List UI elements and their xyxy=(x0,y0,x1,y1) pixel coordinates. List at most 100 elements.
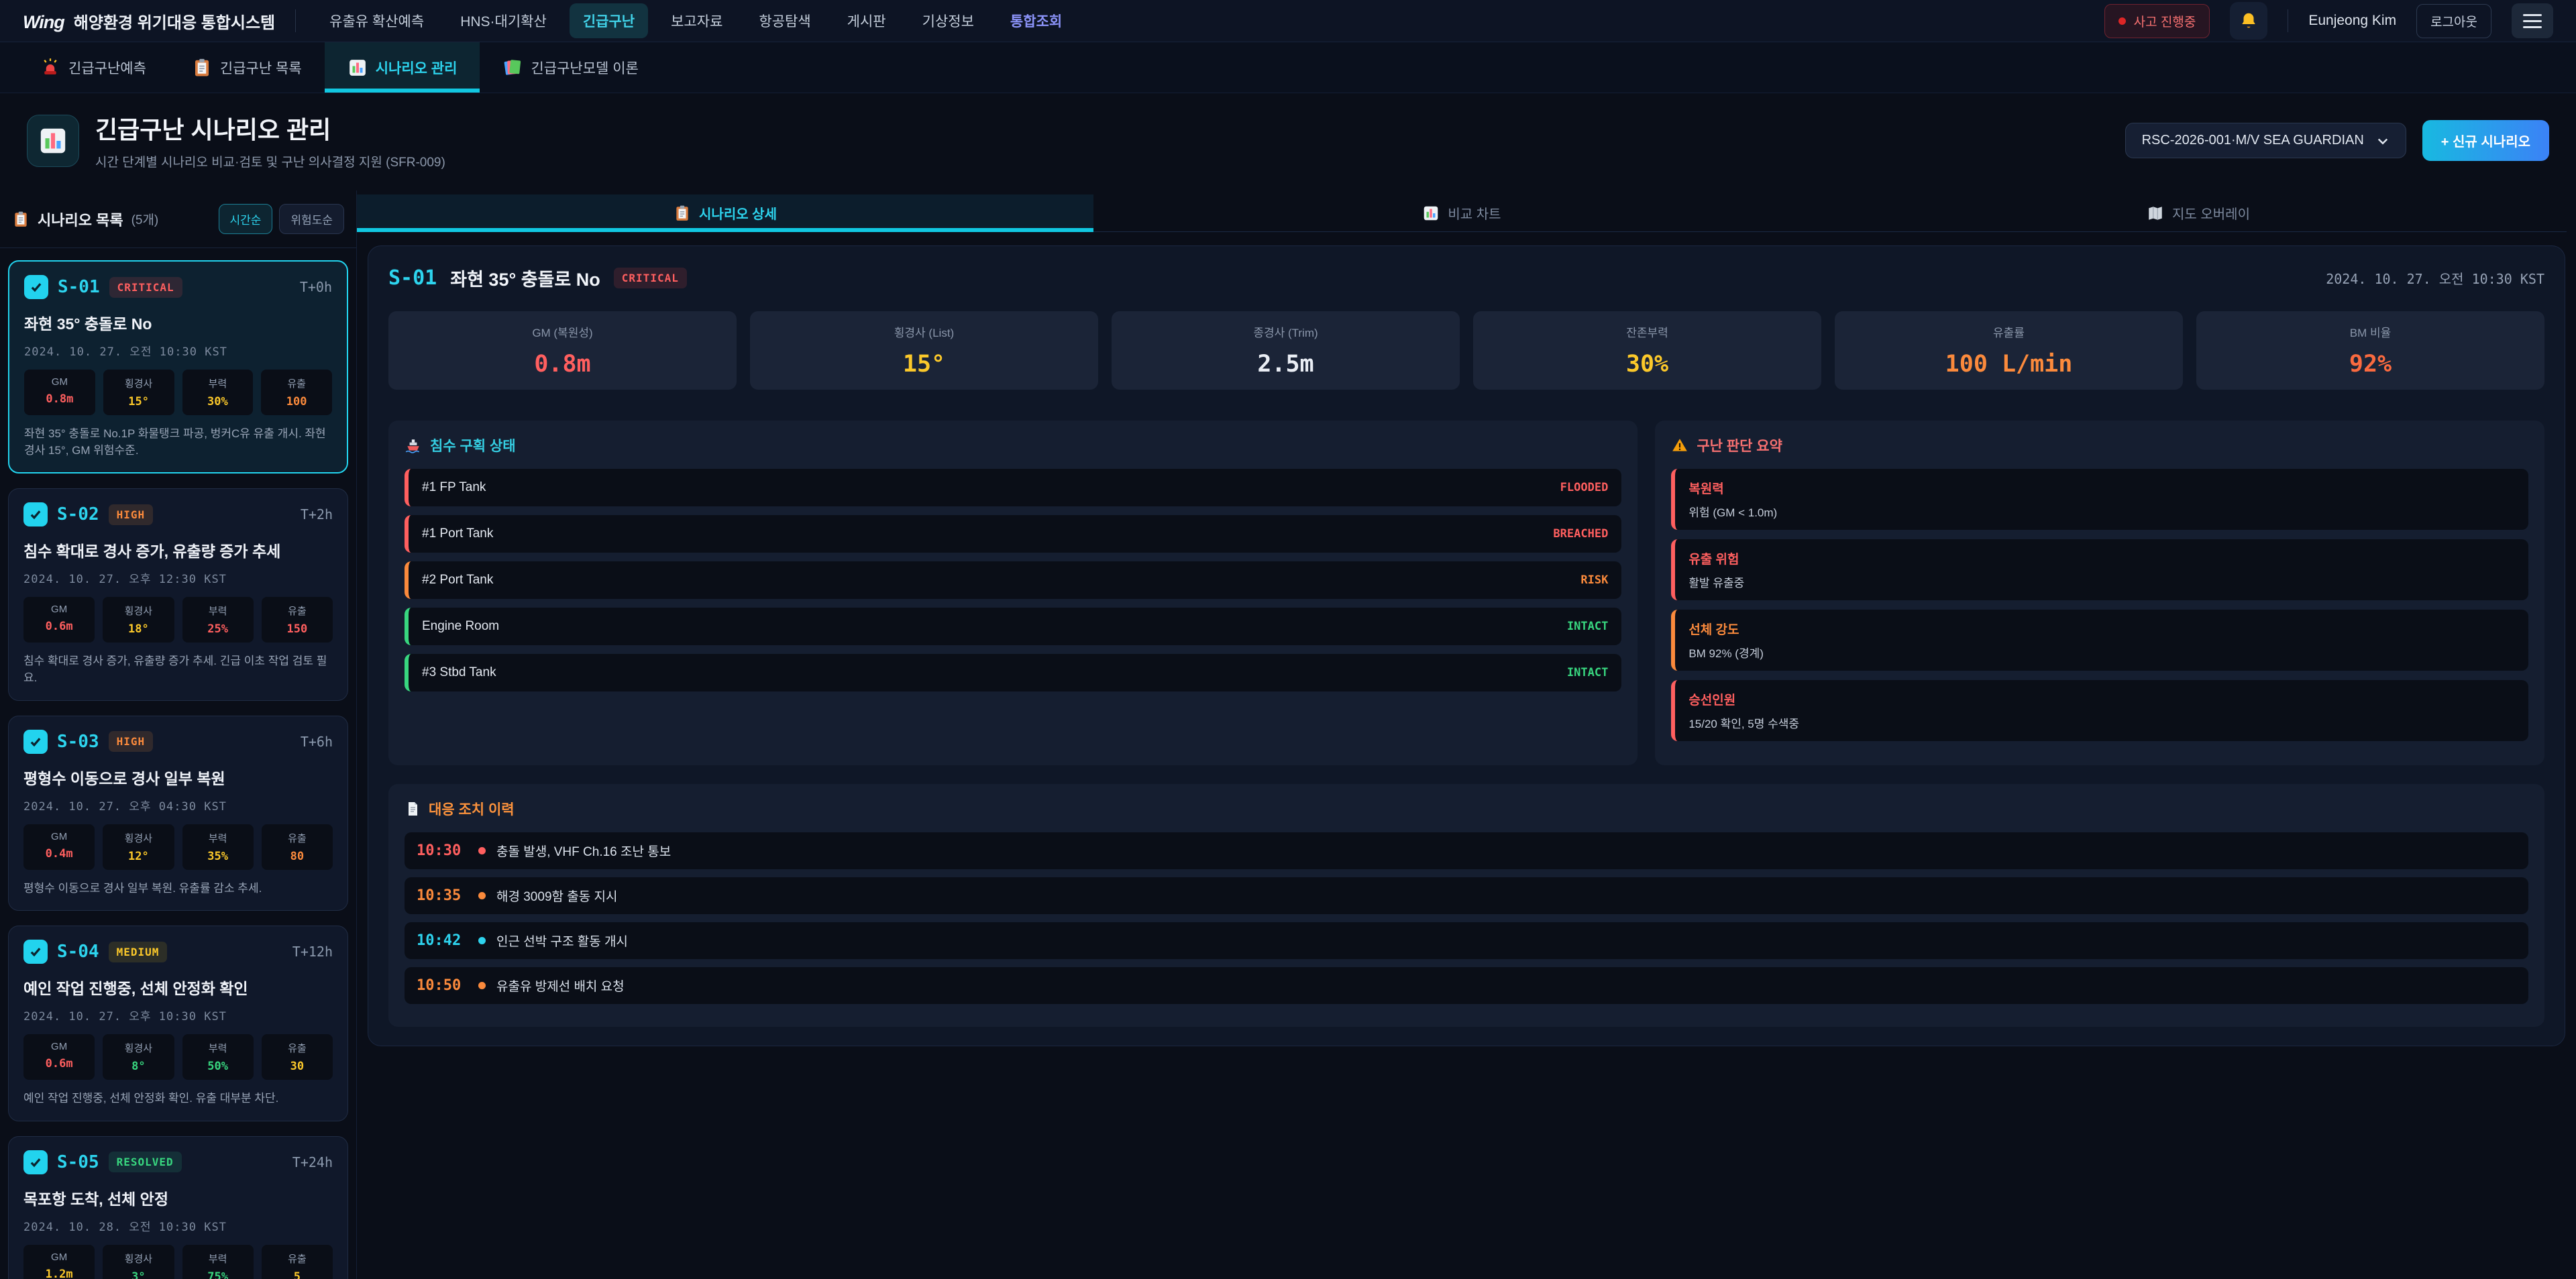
chevron-down-icon xyxy=(2376,134,2390,148)
action-log-row: 10:30충돌 발생, VHF Ch.16 조난 통보 xyxy=(405,832,2528,869)
sort-by-time-button[interactable]: 시간순 xyxy=(219,204,273,234)
stat-gm: GM1.2m xyxy=(23,1245,95,1279)
scenario-title: 침수 확대로 경사 증가, 유출량 증가 추세 xyxy=(23,539,333,561)
incident-status-label: 사고 진행중 xyxy=(2134,12,2196,30)
judgment-row: 복원력위험 (GM < 1.0m) xyxy=(1671,469,2528,530)
logout-button[interactable]: 로그아웃 xyxy=(2416,4,2491,38)
scenario-description: 평형수 이동으로 경사 일부 복원. 유출률 감소 추세. xyxy=(23,881,333,897)
stat-spill: 유출5 xyxy=(262,1245,333,1279)
nav-emergency-rescue[interactable]: 긴급구난 xyxy=(570,3,648,38)
scenario-card-s04[interactable]: S-04 MEDIUM T+12h 예인 작업 진행중, 선체 안정화 확인 2… xyxy=(8,926,348,1121)
tank-status: BREACHED xyxy=(1553,527,1608,541)
scenario-title: 예인 작업 진행중, 선체 안정화 확인 xyxy=(23,976,333,999)
scenario-sidebar: 시나리오 목록 (5개) 시간순 위험도순 S-01 CRITICAL T+0h… xyxy=(0,190,357,1279)
doc-icon xyxy=(405,801,421,817)
stat-list: 횡경사15° xyxy=(103,370,174,415)
scenario-title: 좌현 35° 충돌로 No xyxy=(24,311,332,334)
nav-aerial-search[interactable]: 항공탐색 xyxy=(745,3,824,38)
stat-buoyancy: 부력50% xyxy=(182,1034,254,1080)
content: 시나리오 목록 (5개) 시간순 위험도순 S-01 CRITICAL T+0h… xyxy=(0,190,2576,1279)
action-log-row: 10:35해경 3009함 출동 지시 xyxy=(405,877,2528,914)
nav-weather[interactable]: 기상정보 xyxy=(909,3,987,38)
app-logo: Wing 해양환경 위기대응 통합시스템 xyxy=(23,9,275,33)
tab-scenario-detail[interactable]: 시나리오 상세 xyxy=(357,194,1093,231)
tank-row: #2 Port TankRISK xyxy=(405,561,1621,599)
page-title: 긴급구난 시나리오 관리 xyxy=(95,111,445,146)
judgment-row: 유출 위험활발 유출중 xyxy=(1671,539,2528,600)
tank-status: FLOODED xyxy=(1560,481,1609,494)
severity-badge: RESOLVED xyxy=(109,1152,182,1172)
nav-oil-spill[interactable]: 유출유 확산예측 xyxy=(316,3,437,38)
scenario-datetime: 2024. 10. 28. 오전 10:30 KST xyxy=(23,1217,333,1234)
scenario-checkbox[interactable] xyxy=(23,940,48,964)
nav-integrated-view[interactable]: 통합조회 xyxy=(997,3,1075,38)
incident-status-badge: 사고 진행중 xyxy=(2104,4,2210,38)
timeline-dot-icon xyxy=(478,937,486,944)
bar-chart-icon xyxy=(347,58,368,78)
nav-reports[interactable]: 보고자료 xyxy=(657,3,736,38)
judgment-row: 선체 강도BM 92% (경계) xyxy=(1671,610,2528,671)
judgment-panel-title: 구난 판단 요약 xyxy=(1697,435,1782,455)
timeline-dot-icon xyxy=(478,982,486,989)
detail-tab-bar: 시나리오 상세 비교 차트 지도 오버레이 xyxy=(357,194,2567,232)
warning-icon xyxy=(1671,437,1688,454)
tank-row: #1 Port TankBREACHED xyxy=(405,515,1621,553)
tab-rescue-forecast[interactable]: 긴급구난예측 xyxy=(17,42,169,93)
stat-list: 횡경사18° xyxy=(103,597,174,643)
stat-spill: 유출30 xyxy=(262,1034,333,1080)
tank-status: INTACT xyxy=(1567,666,1608,679)
scenario-datetime: 2024. 10. 27. 오후 04:30 KST xyxy=(23,797,333,814)
scenario-card-s05[interactable]: S-05 RESOLVED T+24h 목포항 도착, 선체 안정 2024. … xyxy=(8,1136,348,1279)
detail-scenario-id: S-01 xyxy=(388,266,437,290)
stat-gm: GM0.8m xyxy=(24,370,95,415)
tab-map-overlay[interactable]: 지도 오버레이 xyxy=(1830,194,2567,231)
stat-spill: 유출150 xyxy=(262,597,333,643)
scenario-card-s03[interactable]: S-03 HIGH T+6h 평형수 이동으로 경사 일부 복원 2024. 1… xyxy=(8,716,348,911)
scenario-card-s02[interactable]: S-02 HIGH T+2h 침수 확대로 경사 증가, 유출량 증가 추세 2… xyxy=(8,488,348,700)
scenario-checkbox[interactable] xyxy=(23,502,48,526)
scenario-title: 평형수 이동으로 경사 일부 복원 xyxy=(23,766,333,789)
stat-gm: GM0.4m xyxy=(23,824,95,870)
scenario-checkbox[interactable] xyxy=(23,1150,48,1174)
scenario-checkbox[interactable] xyxy=(23,730,48,754)
stat-list: 횡경사3° xyxy=(103,1245,174,1279)
sort-by-risk-button[interactable]: 위험도순 xyxy=(279,204,344,234)
ship-icon xyxy=(405,437,422,454)
scenario-card-s01[interactable]: S-01 CRITICAL T+0h 좌현 35° 충돌로 No 2024. 1… xyxy=(8,260,348,474)
user-name: Eunjeong Kim xyxy=(2308,13,2396,29)
scenario-card-list: S-01 CRITICAL T+0h 좌현 35° 충돌로 No 2024. 1… xyxy=(0,248,356,1279)
metric-gm: GM (복원성)0.8m xyxy=(388,311,737,390)
nav-board[interactable]: 게시판 xyxy=(834,3,900,38)
bar-chart-icon xyxy=(38,125,68,156)
new-scenario-button[interactable]: + 신규 시나리오 xyxy=(2422,120,2549,161)
main-nav: 유출유 확산예측 HNS·대기확산 긴급구난 보고자료 항공탐색 게시판 기상정… xyxy=(316,3,2084,38)
scenario-id: S-01 xyxy=(58,277,100,297)
tab-rescue-model-theory[interactable]: 긴급구난모델 이론 xyxy=(480,42,661,93)
hamburger-menu-button[interactable] xyxy=(2512,3,2553,38)
page-subtitle: 시간 단계별 시나리오 비교·검토 및 구난 의사결정 지원 (SFR-009) xyxy=(95,152,445,170)
books-icon xyxy=(502,58,523,78)
scenario-stats: GM0.6m 횡경사18° 부력25% 유출150 xyxy=(23,597,333,643)
nav-hns[interactable]: HNS·대기확산 xyxy=(447,3,560,38)
scenario-stats: GM0.4m 횡경사12° 부력35% 유출80 xyxy=(23,824,333,870)
scenario-checkbox[interactable] xyxy=(24,275,48,299)
time-offset: T+2h xyxy=(301,506,333,522)
stat-buoyancy: 부력30% xyxy=(182,370,254,415)
detail-panels: 침수 구획 상태 #1 FP TankFLOODED #1 Port TankB… xyxy=(388,421,2544,765)
scenario-id: S-03 xyxy=(57,732,99,752)
tab-comparison-chart[interactable]: 비교 차트 xyxy=(1093,194,1830,231)
scenario-stats: GM1.2m 횡경사3° 부력75% 유출5 xyxy=(23,1245,333,1279)
app-title: 해양환경 위기대응 통합시스템 xyxy=(74,9,275,33)
scenario-stats: GM0.8m 횡경사15° 부력30% 유출100 xyxy=(24,370,332,415)
response-actions-panel: 대응 조치 이력 10:30충돌 발생, VHF Ch.16 조난 통보 10:… xyxy=(388,784,2544,1027)
siren-icon xyxy=(40,58,60,78)
scenario-datetime: 2024. 10. 27. 오후 12:30 KST xyxy=(23,569,333,586)
notifications-button[interactable] xyxy=(2230,2,2267,40)
tab-scenario-management[interactable]: 시나리오 관리 xyxy=(325,42,480,93)
action-log-row: 10:42인근 선박 구조 활동 개시 xyxy=(405,922,2528,959)
incident-select[interactable]: RSC-2026-001·M/V SEA GUARDIAN xyxy=(2125,123,2406,158)
stat-buoyancy: 부력75% xyxy=(182,1245,254,1279)
tank-row: Engine RoomINTACT xyxy=(405,608,1621,645)
time-offset: T+0h xyxy=(300,279,332,295)
tab-rescue-list[interactable]: 긴급구난 목록 xyxy=(169,42,325,93)
